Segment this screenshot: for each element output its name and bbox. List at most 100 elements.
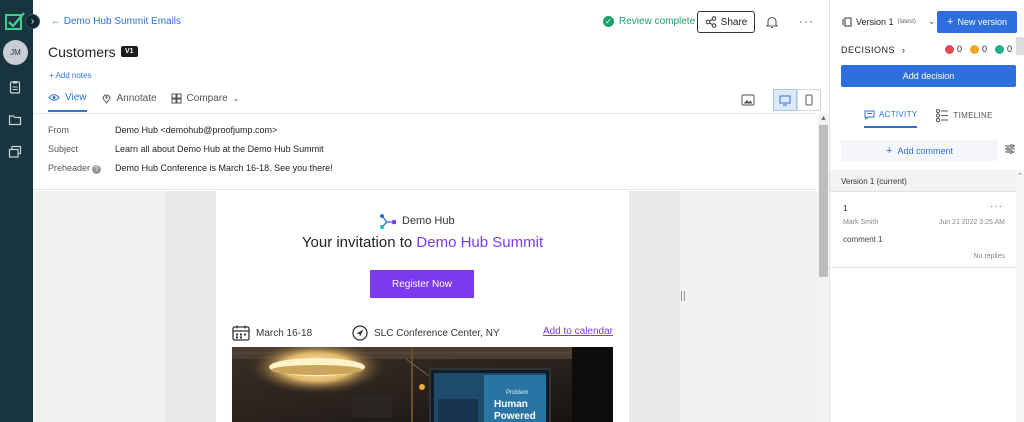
headline-highlight: Demo Hub Summit — [416, 234, 544, 251]
desktop-view-button[interactable] — [773, 89, 797, 111]
checkmark-logo-icon[interactable] — [5, 11, 25, 31]
chevron-down-icon: ⌄ — [232, 94, 240, 103]
tab-view[interactable]: View — [48, 92, 87, 112]
preheader-row: Preheader? Demo Hub Conference is March … — [48, 163, 448, 174]
version-badge: V1 — [121, 46, 138, 57]
comment-date: Jun 21 2022 3:25 AM — [938, 219, 1005, 226]
event-location: SLC Conference Center, NY — [352, 325, 500, 341]
timeline-icon — [936, 109, 949, 122]
add-notes-link[interactable]: + Add notes — [49, 71, 91, 80]
tab-annotate[interactable]: Annotate — [101, 93, 157, 111]
from-value: Demo Hub <demohub@proofjump.com> — [115, 125, 278, 135]
orange-dot-icon — [970, 44, 980, 54]
app-rail: › JM — [0, 0, 40, 422]
compare-icon — [171, 93, 182, 104]
comment-number: 1 — [843, 204, 848, 213]
version-dropdown[interactable]: Version 1 (latest) ⌄ — [842, 16, 935, 27]
clipboard-icon[interactable] — [8, 80, 22, 94]
tab-view-label: View — [65, 92, 87, 103]
new-version-button[interactable]: + New version — [937, 11, 1017, 33]
event-photo: Problem Human Powered — [232, 347, 613, 422]
conference-photo-image: Problem Human Powered — [232, 347, 613, 422]
user-avatar[interactable]: JM — [3, 40, 28, 65]
view-tabs: View Annotate Compare ⌄ — [48, 92, 239, 112]
eye-icon — [48, 94, 60, 101]
add-decision-button[interactable]: Add decision — [841, 65, 1016, 87]
comment-menu-button[interactable]: ··· — [990, 201, 1003, 212]
preheader-value: Demo Hub Conference is March 16-18. See … — [115, 163, 333, 173]
resize-handle[interactable] — [681, 291, 685, 301]
version-section-header: Version 1 (current) — [830, 170, 1016, 192]
activity-tabs: ACTIVITY TIMELINE — [864, 109, 993, 128]
subject-row: Subject Learn all about Demo Hub at the … — [48, 144, 324, 154]
comment-author: Mark Smith — [843, 219, 879, 226]
calendar-icon — [232, 325, 250, 341]
filter-sliders-icon[interactable] — [1004, 143, 1016, 155]
decisions-header[interactable]: DECISIONS › — [841, 45, 906, 55]
scroll-up-icon[interactable]: ⌃ — [1017, 172, 1023, 180]
pin-icon — [101, 94, 111, 104]
decision-counts: 0 0 0 — [945, 44, 1012, 54]
device-toggle — [773, 89, 822, 111]
add-to-calendar-link[interactable]: Add to calendar — [543, 326, 613, 337]
bell-icon[interactable] — [765, 15, 779, 29]
count-changes: 0 — [970, 44, 987, 54]
tab-compare[interactable]: Compare ⌄ — [171, 93, 240, 111]
versions-icon — [842, 17, 852, 26]
event-info-row: March 16-18 SLC Conference Center, NY Ad… — [232, 325, 613, 341]
sidebar-scrollbar[interactable] — [1016, 37, 1024, 55]
version-label: Version 1 — [856, 16, 894, 27]
mobile-icon — [805, 94, 813, 106]
preview-scrollbar[interactable]: ▲ — [818, 113, 829, 422]
expand-sidebar-button[interactable]: › — [25, 14, 40, 29]
chevron-down-icon: ⌄ — [927, 16, 936, 26]
comment-replies: No replies — [973, 253, 1005, 260]
back-link[interactable]: ← Demo Hub Summit Emails — [51, 16, 181, 27]
screen-text-human: Human — [494, 399, 528, 410]
plus-icon: + — [947, 16, 954, 28]
screen-text-powered: Powered — [494, 411, 536, 422]
tab-timeline[interactable]: TIMELINE — [935, 109, 992, 128]
folder-icon[interactable] — [8, 113, 22, 127]
review-sidebar: Version 1 (latest) ⌄ + New version DECIS… — [829, 0, 1024, 422]
add-comment-button[interactable]: + Add comment — [841, 140, 998, 161]
tab-compare-label: Compare — [186, 93, 228, 104]
page-title: Customers — [48, 44, 116, 60]
scrollbar-thumb[interactable] — [819, 125, 828, 277]
comment-text: comment 1 — [843, 235, 883, 244]
share-label: Share — [720, 16, 748, 28]
subject-value: Learn all about Demo Hub at the Demo Hub… — [115, 144, 324, 154]
review-status: ✓ Review complete — [603, 16, 695, 27]
register-now-button[interactable]: Register Now — [370, 270, 474, 298]
preheader-label: Preheader — [48, 163, 91, 173]
plus-icon: + — [886, 144, 893, 157]
new-version-label: New version — [957, 17, 1007, 27]
help-icon[interactable]: ? — [92, 165, 102, 174]
red-dot-icon — [945, 44, 954, 54]
brand-logo: Demo Hub — [378, 213, 455, 229]
comments-scrollbar[interactable]: ⌃ — [1016, 170, 1024, 422]
comment-item[interactable]: 1 ··· Mark Smith Jun 21 2022 3:25 AM com… — [830, 192, 1016, 268]
main-panel: ← Demo Hub Summit Emails Customers V1 + … — [33, 0, 829, 422]
brand-name: Demo Hub — [402, 215, 455, 227]
mobile-view-button[interactable] — [797, 89, 821, 111]
email-body: Demo Hub Your invitation to Demo Hub Sum… — [216, 191, 629, 422]
tab-timeline-label: TIMELINE — [953, 111, 993, 120]
chat-icon — [864, 110, 875, 120]
share-button[interactable]: Share — [697, 11, 755, 33]
tab-activity-label: ACTIVITY — [879, 110, 918, 119]
review-status-label: Review complete — [619, 16, 696, 27]
count-rejected: 0 — [945, 44, 962, 54]
event-location-text: SLC Conference Center, NY — [374, 327, 500, 339]
headline-prefix: Your invitation to — [301, 234, 417, 251]
from-row: From Demo Hub <demohub@proofjump.com> — [48, 125, 277, 135]
scroll-up-icon[interactable]: ▲ — [820, 115, 827, 122]
more-options-button[interactable]: ··· — [799, 14, 814, 28]
event-date-text: March 16-18 — [256, 327, 313, 339]
share-icon — [705, 16, 716, 28]
image-toggle-icon[interactable] — [741, 94, 755, 106]
stack-icon[interactable] — [8, 145, 22, 159]
navigation-icon — [352, 325, 368, 341]
tab-activity[interactable]: ACTIVITY — [864, 109, 918, 128]
check-circle-icon: ✓ — [603, 16, 614, 27]
